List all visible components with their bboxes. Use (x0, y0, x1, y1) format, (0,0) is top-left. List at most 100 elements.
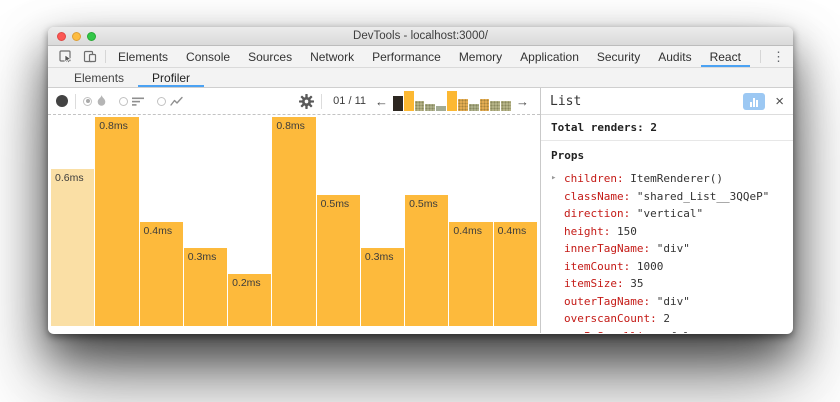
snapshot-mini-bar-9[interactable] (480, 99, 490, 112)
prop-value: ItemRenderer() (624, 172, 723, 185)
prop-name: height: (564, 225, 610, 238)
commit-duration-label: 0.5ms (321, 198, 350, 210)
prop-value: 2 (657, 312, 670, 325)
commit-duration-label: 0.4ms (453, 225, 482, 237)
titlebar: DevTools - localhost:3000/ (48, 27, 793, 46)
tab-console[interactable]: Console (177, 46, 239, 67)
commit-duration-label: 0.4ms (498, 225, 527, 237)
snapshot-mini-bar-7[interactable] (458, 99, 468, 112)
prop-row-direction: direction: "vertical" (551, 205, 793, 223)
commit-duration-label: 0.3ms (188, 251, 217, 263)
tab-application[interactable]: Application (511, 46, 588, 67)
commit-bar-11[interactable]: 0.4ms (494, 222, 537, 327)
commit-duration-label: 0.6ms (55, 172, 84, 184)
tab-react[interactable]: React (701, 46, 750, 67)
commit-bar-7[interactable]: 0.5ms (317, 195, 360, 326)
commit-duration-label: 0.8ms (276, 120, 305, 132)
radio-selected-icon (83, 97, 92, 106)
prop-row-className: className: "shared_List__3QQeP" (551, 188, 793, 206)
commit-duration-label: 0.3ms (365, 251, 394, 263)
radio-unselected-icon (119, 97, 128, 106)
kebab-menu-icon[interactable]: ⋮ (764, 46, 793, 67)
prop-row-outerTagName: outerTagName: "div" (551, 293, 793, 311)
prop-row-children[interactable]: ▸ children: ItemRenderer() (551, 170, 793, 188)
snapshot-mini-bar-10[interactable] (490, 101, 500, 111)
tab-sources[interactable]: Sources (239, 46, 301, 67)
divider (75, 94, 76, 109)
commit-bar-6[interactable]: 0.8ms (272, 117, 315, 326)
record-button[interactable] (56, 95, 68, 107)
prop-name: className: (564, 190, 630, 203)
prop-row-height: height: 150 (551, 223, 793, 241)
commit-duration-label: 0.5ms (409, 198, 438, 210)
prop-value: 150 (610, 225, 637, 238)
prop-value: "div" (650, 295, 690, 308)
snapshot-selector[interactable] (393, 91, 511, 111)
commit-bar-1[interactable]: 0.6ms (51, 169, 94, 326)
ranked-chart-icon (132, 96, 145, 107)
prop-value: "vertical" (630, 207, 703, 220)
snapshot-counter: 01 / 11 (333, 95, 366, 107)
profiler-toolbar: 01 / 11 ← → (48, 88, 540, 115)
profiler-left-pane: 01 / 11 ← → 0.6ms0.8ms0.4ms0.3ms0.2ms0.8… (48, 88, 540, 333)
snapshot-mini-bar-6[interactable] (447, 91, 457, 111)
snapshot-mini-bar-2[interactable] (404, 91, 414, 111)
commit-bar-chart: 0.6ms0.8ms0.4ms0.3ms0.2ms0.8ms0.5ms0.3ms… (48, 115, 540, 333)
prop-value: false (663, 330, 703, 334)
prop-row-itemSize: itemSize: 35 (551, 275, 793, 293)
disclosure-triangle-icon[interactable]: ▸ (551, 170, 556, 188)
snapshot-mini-bar-5[interactable] (436, 106, 446, 111)
props-title: Props (551, 149, 793, 162)
total-renders: Total renders: 2 (541, 115, 793, 141)
tab-security[interactable]: Security (588, 46, 649, 67)
profiler-main: 01 / 11 ← → 0.6ms0.8ms0.4ms0.3ms0.2ms0.8… (48, 88, 793, 333)
tab-network[interactable]: Network (301, 46, 363, 67)
previous-snapshot-button[interactable]: ← (372, 95, 391, 108)
commit-bar-4[interactable]: 0.3ms (184, 248, 227, 326)
total-renders-value: 2 (650, 121, 657, 134)
extension-tabbar: ElementsProfiler (48, 68, 793, 88)
next-snapshot-button[interactable]: → (513, 95, 532, 108)
prop-row-overscanCount: overscanCount: 2 (551, 310, 793, 328)
snapshot-mini-bar-3[interactable] (415, 101, 425, 111)
tab-audits[interactable]: Audits (649, 46, 700, 67)
tab-memory[interactable]: Memory (450, 46, 511, 67)
interactions-chart-icon (170, 96, 183, 107)
commit-bar-8[interactable]: 0.3ms (361, 248, 404, 326)
snapshot-mini-bar-11[interactable] (501, 101, 511, 111)
commit-bar-9[interactable]: 0.5ms (405, 195, 448, 326)
interactions-view-toggle[interactable] (157, 96, 183, 107)
prop-name: direction: (564, 207, 630, 220)
commit-bar-5[interactable]: 0.2ms (228, 274, 271, 326)
tab-performance[interactable]: Performance (363, 46, 450, 67)
props-list: ▸ children: ItemRenderer() className: "sha… (551, 170, 793, 333)
panel-header: List × (541, 88, 793, 115)
close-panel-button[interactable]: × (775, 94, 784, 109)
window-title: DevTools - localhost:3000/ (48, 27, 793, 45)
render-chart-button[interactable] (743, 93, 765, 110)
ranked-view-toggle[interactable] (119, 96, 145, 107)
prop-name: outerTagName: (564, 295, 650, 308)
props-section: Props ▸ children: ItemRenderer() className… (541, 141, 793, 333)
flamegraph-view-toggle[interactable] (83, 95, 107, 107)
prop-value: 35 (624, 277, 644, 290)
commit-bar-10[interactable]: 0.4ms (449, 222, 492, 327)
commit-duration-label: 0.2ms (232, 277, 261, 289)
device-toolbar-icon[interactable] (78, 46, 102, 67)
subtab-elements[interactable]: Elements (60, 68, 138, 87)
prop-name: itemSize: (564, 277, 624, 290)
snapshot-mini-bar-4[interactable] (425, 104, 435, 112)
settings-gear-icon[interactable] (299, 94, 314, 109)
commit-bar-2[interactable]: 0.8ms (95, 117, 138, 326)
subtab-profiler[interactable]: Profiler (138, 68, 204, 87)
prop-name: children: (564, 172, 624, 185)
inspect-element-icon[interactable] (54, 46, 78, 67)
snapshot-mini-bar-1[interactable] (393, 96, 403, 111)
divider (321, 94, 322, 109)
component-name: List (550, 94, 581, 109)
prop-name: overscanCount: (564, 312, 657, 325)
snapshot-mini-bar-8[interactable] (469, 104, 479, 112)
commit-bar-3[interactable]: 0.4ms (140, 222, 183, 327)
tab-elements[interactable]: Elements (109, 46, 177, 67)
divider (105, 50, 106, 63)
